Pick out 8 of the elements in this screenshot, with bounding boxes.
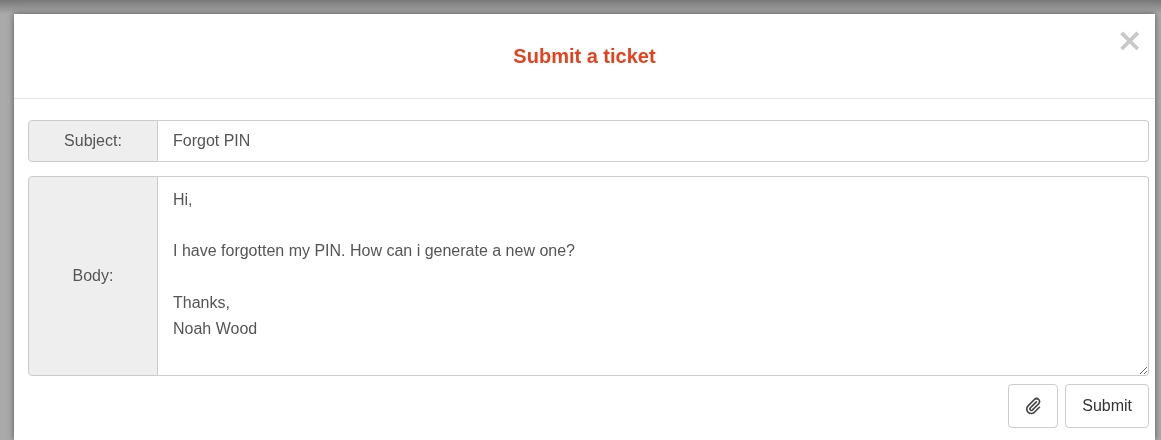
attach-button[interactable] [1008,384,1059,428]
submit-button[interactable]: Submit [1065,384,1149,428]
paperclip-icon [1024,397,1043,415]
dialog-title: Submit a ticket [513,44,656,68]
body-field[interactable]: Hi, I have forgotten my PIN. How can i generate a new one? Thanks, Noah Wood [158,176,1149,376]
subject-field[interactable]: Forgot PIN [158,120,1149,162]
field-label: Body: [28,176,158,376]
field-label: Subject: [28,120,158,162]
